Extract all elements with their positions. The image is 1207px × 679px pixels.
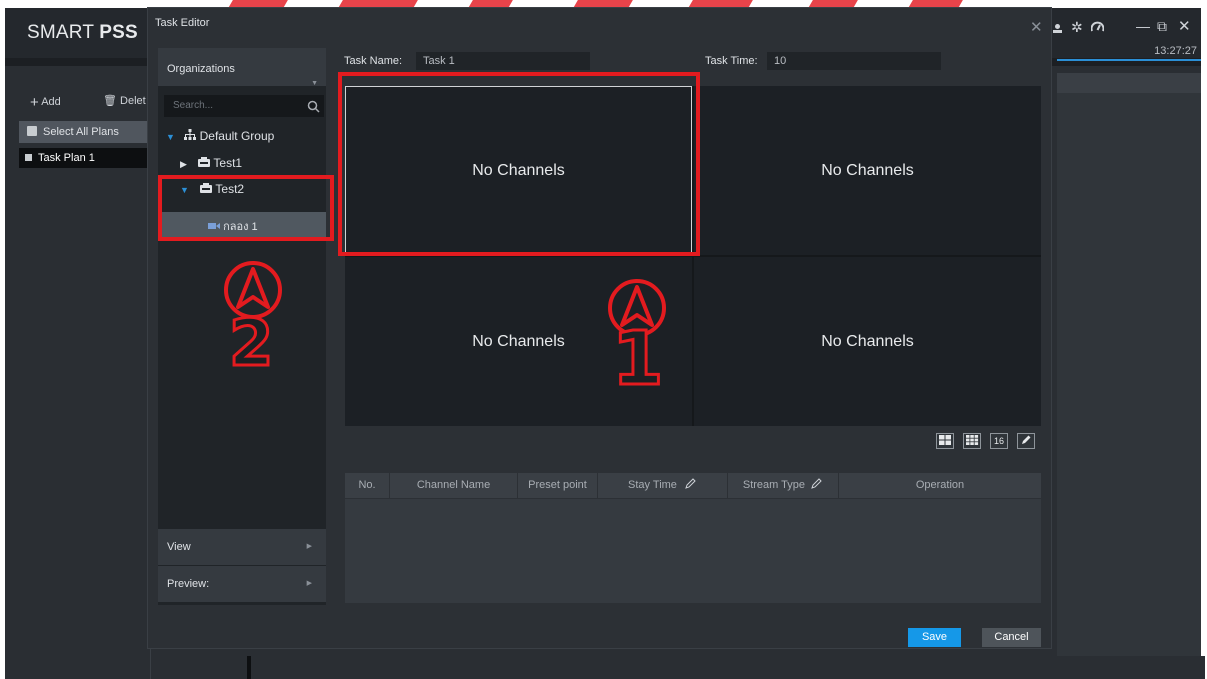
minimize-icon[interactable]: — — [1136, 18, 1150, 34]
expanded-triangle-icon: ▼ — [166, 132, 175, 142]
annotation-box-1 — [338, 72, 700, 256]
app-logo: SMART PSS — [27, 22, 138, 43]
task-name-field[interactable]: Task 1 — [416, 52, 590, 70]
organizations-dropdown[interactable]: Organizations ▼ — [158, 48, 326, 87]
chevron-right-icon: ▶ — [306, 543, 312, 550]
checkbox-icon[interactable] — [27, 126, 37, 136]
save-button[interactable]: Save — [908, 628, 961, 647]
collapsed-triangle-icon: ▶ — [180, 159, 187, 169]
plan-square-icon — [25, 154, 32, 161]
annotation-number-2: 2 — [228, 307, 276, 381]
task-time-label: Task Time: — [705, 55, 758, 67]
search-input[interactable]: Search... — [164, 95, 324, 117]
tree-node-default-group[interactable]: ▼ Default Group — [166, 129, 274, 143]
table-header-stay-time: Stay Time — [598, 473, 728, 498]
right-panel — [1057, 93, 1201, 679]
annotation-box-2 — [158, 175, 334, 241]
performance-gauge-icon[interactable] — [1090, 19, 1105, 35]
table-header-preset-point: Preset point — [518, 473, 598, 498]
plus-icon: + — [30, 94, 39, 111]
close-window-icon[interactable]: ✕ — [1178, 17, 1191, 35]
add-button[interactable]: + Add — [30, 94, 61, 111]
dialog-title: Task Editor — [155, 17, 210, 29]
search-icon[interactable] — [307, 95, 320, 117]
layout-16-icon[interactable]: 16 — [990, 433, 1008, 449]
device-icon — [198, 156, 213, 170]
user-icon[interactable] — [1052, 21, 1063, 37]
video-cell[interactable]: No Channels — [694, 86, 1041, 255]
table-header-no: No. — [345, 473, 390, 498]
channel-table-body — [345, 499, 1041, 603]
custom-layout-pen-icon[interactable] — [1017, 433, 1035, 449]
select-all-plans[interactable]: Select All Plans — [19, 121, 150, 143]
table-header-stream-type: Stream Type — [728, 473, 839, 498]
cancel-button[interactable]: Cancel — [982, 628, 1041, 647]
view-section[interactable]: View ▶ — [158, 529, 326, 565]
layout-4-icon[interactable] — [936, 433, 954, 449]
trash-icon: 🗑 — [103, 95, 117, 107]
table-header-channel-name: Channel Name — [390, 473, 518, 498]
delete-button[interactable]: 🗑 Delet — [103, 94, 146, 107]
edit-pen-icon[interactable] — [810, 478, 823, 491]
clock: 13:27:27 — [1154, 45, 1197, 57]
edit-pen-icon[interactable] — [684, 478, 697, 491]
video-cell[interactable]: No Channels — [694, 257, 1041, 426]
task-time-field[interactable]: 10 — [767, 52, 941, 70]
tree-node-test1[interactable]: ▶ Test1 — [180, 156, 242, 170]
settings-gear-icon[interactable]: ✲ — [1071, 19, 1083, 36]
bottom-panel — [247, 656, 1205, 679]
org-hierarchy-icon — [184, 129, 199, 143]
task-name-label: Task Name: — [344, 55, 403, 67]
dialog-close-icon[interactable]: ✕ — [1030, 18, 1043, 36]
layout-9-icon[interactable] — [963, 433, 981, 449]
plan-list-item[interactable]: Task Plan 1 — [19, 148, 150, 168]
chevron-right-icon: ▶ — [306, 580, 312, 587]
annotation-number-1: 1 — [611, 316, 665, 402]
restore-icon[interactable]: ⧉ — [1157, 18, 1167, 35]
preview-section[interactable]: Preview: ▶ — [158, 566, 326, 602]
active-tab-indicator — [1057, 59, 1201, 61]
channel-table-header: No. Channel Name Preset point Stay Time … — [345, 473, 1041, 498]
right-header-strip — [1057, 73, 1201, 93]
table-header-operation: Operation — [915, 479, 965, 491]
